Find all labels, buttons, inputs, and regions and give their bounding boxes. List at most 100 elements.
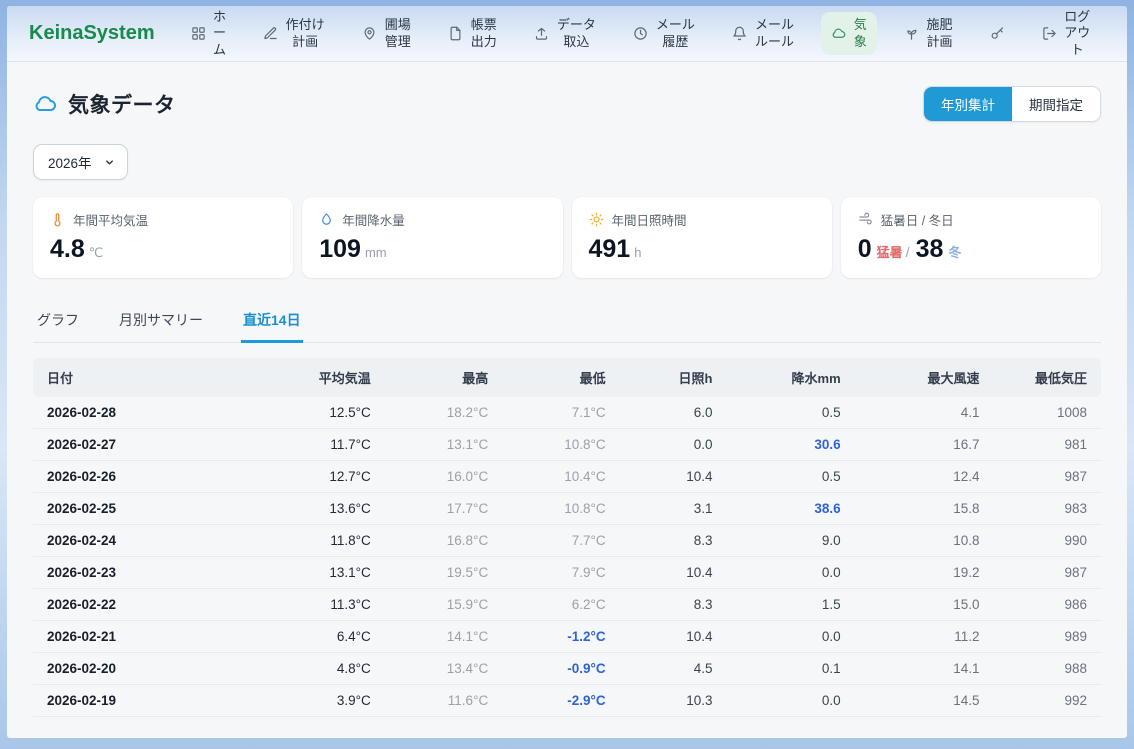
cell-max: 13.4°C — [375, 653, 492, 685]
table-row: 2026-02-204.8°C13.4°C-0.9°C4.50.114.1988 — [33, 653, 1101, 685]
column-header: 日照h — [610, 358, 717, 397]
cell-wind: 14.5 — [845, 685, 984, 717]
cell-wind: 4.1 — [845, 397, 984, 429]
yearly-summary-button[interactable]: 年別集計 — [924, 87, 1012, 121]
page-title: 気象データ — [68, 89, 176, 119]
droplet-icon — [319, 212, 334, 227]
period-select-button[interactable]: 期間指定 — [1012, 87, 1100, 121]
nav-item-weather[interactable]: 気象 — [821, 12, 877, 55]
nav-item-field-management[interactable]: 圃場管理 — [352, 12, 421, 55]
cell-wind: 14.1 — [845, 653, 984, 685]
cell-rain: 9.0 — [716, 525, 844, 557]
tab-2[interactable]: 直近14日 — [241, 303, 303, 343]
cell-sun: 0.0 — [610, 429, 717, 461]
cell-press: 987 — [983, 557, 1101, 589]
cell-date: 2026-02-27 — [33, 429, 247, 461]
card-rainfall: 年間降水量 109mm — [302, 197, 562, 278]
weather-table: 日付平均気温最高最低日照h降水mm最大風速最低気圧 2026-02-2812.5… — [33, 358, 1101, 717]
cell-rain: 0.1 — [716, 653, 844, 685]
column-header: 最低 — [492, 358, 609, 397]
table-row: 2026-02-2812.5°C18.2°C7.1°C6.00.54.11008 — [33, 397, 1101, 429]
nav-item-label: 施肥計画 — [926, 17, 953, 50]
card-label: 年間降水量 — [342, 210, 405, 229]
cell-max: 18.2°C — [375, 397, 492, 429]
cell-wind: 12.4 — [845, 461, 984, 493]
top-nav: KeinaSystem ホーム 作付け計画圃場管理 帳票出力データ取込 メール履歴メー… — [7, 6, 1127, 62]
cell-rain: 30.6 — [716, 429, 844, 461]
cell-sun: 10.4 — [610, 461, 717, 493]
cell-max: 14.1°C — [375, 621, 492, 653]
map-pin-icon — [362, 26, 377, 41]
cell-avg: 3.9°C — [247, 685, 375, 717]
column-header: 最低気圧 — [983, 358, 1101, 397]
cell-avg: 12.7°C — [247, 461, 375, 493]
cell-min: 7.7°C — [492, 525, 609, 557]
cell-min: 6.2°C — [492, 589, 609, 621]
cell-rain: 0.0 — [716, 685, 844, 717]
cell-sun: 8.3 — [610, 525, 717, 557]
nav-item-label: メール履歴 — [655, 17, 695, 50]
cell-max: 16.0°C — [375, 461, 492, 493]
cell-rain: 1.5 — [716, 589, 844, 621]
table-row: 2026-02-2211.3°C15.9°C6.2°C8.31.515.0986 — [33, 589, 1101, 621]
cell-press: 981 — [983, 429, 1101, 461]
bell-icon — [732, 26, 747, 41]
pencil-icon — [263, 26, 278, 41]
cell-rain: 38.6 — [716, 493, 844, 525]
tab-0[interactable]: グラフ — [35, 303, 81, 343]
cell-sun: 10.4 — [610, 621, 717, 653]
tab-bar: グラフ月別サマリー直近14日 — [33, 303, 1101, 343]
history-icon — [633, 26, 648, 41]
nav-item-label: 作付け計画 — [285, 17, 325, 50]
nav-item-password[interactable] — [980, 21, 1015, 46]
table-row: 2026-02-2313.1°C19.5°C7.9°C10.40.019.298… — [33, 557, 1101, 589]
year-select[interactable]: 2026年 — [33, 144, 128, 180]
nav-item-logout[interactable]: ログアウト — [1032, 6, 1101, 63]
nav-item-mail-history[interactable]: メール履歴 — [623, 12, 705, 55]
cell-press: 990 — [983, 525, 1101, 557]
logout-icon — [1042, 26, 1057, 41]
cold-days-value: 38 — [916, 235, 944, 263]
cell-avg: 11.3°C — [247, 589, 375, 621]
nav-item-label: 帳票出力 — [470, 17, 497, 50]
nav-item-home[interactable]: ホーム — [181, 6, 237, 63]
cell-min: -2.9°C — [492, 685, 609, 717]
nav-item-label: ログアウト — [1064, 9, 1091, 58]
cell-press: 988 — [983, 653, 1101, 685]
cell-min: 10.4°C — [492, 461, 609, 493]
card-label: 年間平均気温 — [73, 210, 148, 229]
tab-1[interactable]: 月別サマリー — [117, 303, 205, 343]
view-toggle: 年別集計 期間指定 — [923, 86, 1101, 122]
brand-logo: KeinaSystem — [29, 22, 155, 45]
cell-sun: 8.3 — [610, 589, 717, 621]
cell-avg: 11.8°C — [247, 525, 375, 557]
window-frame: KeinaSystem ホーム 作付け計画圃場管理 帳票出力データ取込 メール履歴メー… — [0, 0, 1134, 749]
card-unit: ℃ — [89, 245, 104, 260]
cell-min: 10.8°C — [492, 493, 609, 525]
cell-rain: 0.0 — [716, 557, 844, 589]
cell-avg: 11.7°C — [247, 429, 375, 461]
upload-icon — [534, 26, 549, 41]
cell-press: 992 — [983, 685, 1101, 717]
nav-item-label: 気象 — [853, 17, 867, 50]
cell-min: -0.9°C — [492, 653, 609, 685]
cell-min: 10.8°C — [492, 429, 609, 461]
cell-avg: 13.1°C — [247, 557, 375, 589]
thermometer-icon — [50, 212, 65, 227]
cell-min: 7.9°C — [492, 557, 609, 589]
cell-rain: 0.5 — [716, 397, 844, 429]
title-row: 気象データ 年別集計 期間指定 — [33, 86, 1101, 122]
nav-item-mail-rules[interactable]: メールルール — [722, 12, 804, 55]
card-sunshine: 年間日照時間 491h — [572, 197, 832, 278]
cell-avg: 12.5°C — [247, 397, 375, 429]
nav-item-report-output[interactable]: 帳票出力 — [438, 12, 507, 55]
nav-item-fertilizer-plan[interactable]: 施肥計画 — [894, 12, 963, 55]
nav-item-data-import[interactable]: データ取込 — [524, 12, 606, 55]
document-icon — [448, 26, 463, 41]
stat-cards: 年間平均気温 4.8℃ 年間降水量 109mm — [33, 197, 1101, 278]
cell-date: 2026-02-23 — [33, 557, 247, 589]
nav-item-planting-plan[interactable]: 作付け計画 — [253, 12, 335, 55]
cell-date: 2026-02-24 — [33, 525, 247, 557]
cell-max: 17.7°C — [375, 493, 492, 525]
table-header-row: 日付平均気温最高最低日照h降水mm最大風速最低気圧 — [33, 358, 1101, 397]
